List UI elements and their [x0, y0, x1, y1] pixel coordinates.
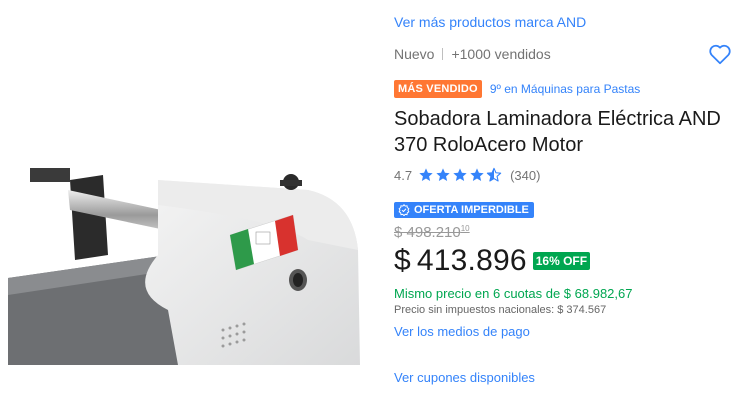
currency-symbol: $	[394, 244, 411, 277]
heart-outline-icon	[709, 44, 731, 65]
sold-count: +1000 vendidos	[451, 46, 551, 62]
discount-badge: 16% OFF	[532, 252, 591, 270]
payment-methods-link[interactable]: Ver los medios de pago	[394, 324, 530, 339]
condition-row: Nuevo +1000 vendidos	[394, 46, 551, 62]
original-price: $ 498.21010	[394, 224, 470, 241]
rating-count: (340)	[510, 167, 541, 183]
best-seller-badge: MÁS VENDIDO	[394, 80, 482, 98]
favorite-button[interactable]	[707, 41, 733, 67]
brand-link[interactable]: Ver más productos marca AND	[394, 14, 586, 30]
gear-badge-icon	[398, 204, 410, 216]
rating-row[interactable]: 4.7 (340)	[394, 167, 540, 183]
current-price: $413.896	[394, 244, 527, 278]
star-half-icon	[486, 167, 502, 182]
deal-label: OFERTA IMPERDIBLE	[414, 204, 529, 216]
installments-text: Mismo precio en 6 cuotas de $ 68.982,67	[394, 286, 633, 301]
dough-sheeter-illustration	[8, 168, 360, 365]
current-price-amount: 413.896	[416, 244, 527, 277]
product-image[interactable]	[8, 160, 368, 365]
deal-badge: OFERTA IMPERDIBLE	[394, 202, 534, 218]
condition-state: Nuevo	[394, 46, 435, 62]
star-icon	[419, 168, 433, 181]
rating-stars	[418, 167, 503, 183]
taxes-text: Precio sin impuestos nacionales: $ 374.5…	[394, 304, 607, 316]
condition-divider	[442, 48, 444, 60]
rating-value: 4.7	[394, 167, 413, 183]
price-row: $413.896 16% OFF	[394, 244, 591, 278]
badge-row: MÁS VENDIDO 9º en Máquinas para Pastas	[394, 80, 640, 98]
category-rank-link[interactable]: 9º en Máquinas para Pastas	[490, 82, 640, 96]
coupons-link[interactable]: Ver cupones disponibles	[394, 370, 535, 385]
star-icon	[453, 168, 467, 181]
original-price-cents: 10	[460, 224, 470, 233]
star-icon	[470, 168, 484, 181]
original-price-amount: $ 498.210	[394, 224, 461, 241]
star-icon	[436, 168, 450, 181]
product-title: Sobadora Laminadora Eléctrica AND 370 Ro…	[394, 108, 721, 156]
